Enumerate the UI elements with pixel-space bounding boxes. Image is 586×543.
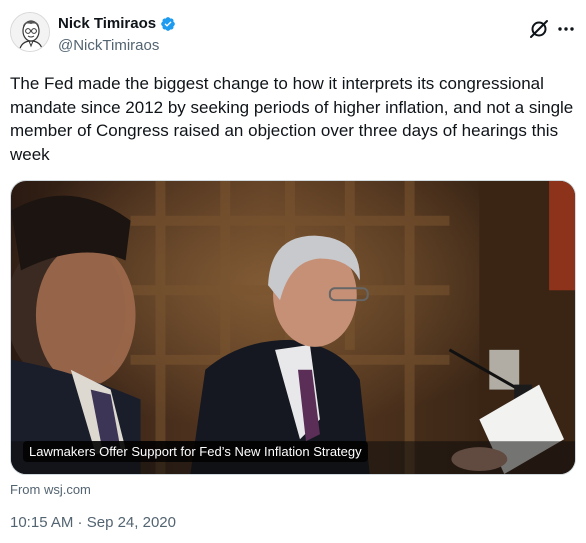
author-handle[interactable]: @NickTimiraos xyxy=(58,37,159,54)
author-display-name[interactable]: Nick Timiraos xyxy=(58,15,156,32)
avatar-illustration xyxy=(11,13,49,51)
verified-badge-icon[interactable] xyxy=(160,16,176,32)
timestamp-separator: · xyxy=(73,514,87,531)
timestamp-date[interactable]: Sep 24, 2020 xyxy=(87,514,176,531)
tweet: Nick Timiraos @NickTimiraos The Fed made… xyxy=(0,0,586,543)
card-source[interactable]: From wsj.com xyxy=(10,482,91,497)
timestamp-time[interactable]: 10:15 AM xyxy=(10,514,73,531)
avatar[interactable] xyxy=(10,12,50,52)
tweet-header: Nick Timiraos @NickTimiraos xyxy=(10,12,576,60)
tweet-timestamp[interactable]: 10:15 AM · Sep 24, 2020 xyxy=(10,514,176,531)
card-title[interactable]: Lawmakers Offer Support for Fed’s New In… xyxy=(23,441,368,462)
author-name-row: Nick Timiraos xyxy=(58,15,176,32)
card-photo xyxy=(11,181,575,474)
tweet-text: The Fed made the biggest change to how i… xyxy=(10,74,574,164)
more-options-icon[interactable] xyxy=(556,18,576,40)
grok-icon[interactable] xyxy=(528,18,550,40)
link-card[interactable]: Lawmakers Offer Support for Fed’s New In… xyxy=(10,180,576,475)
